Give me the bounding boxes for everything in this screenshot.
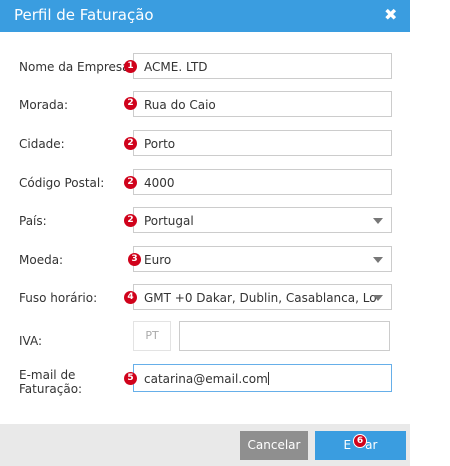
currency-select[interactable]: Euro bbox=[133, 246, 392, 272]
billing-email-label-line1: E-mail de bbox=[19, 368, 76, 382]
timezone-label: Fuso horário: bbox=[19, 291, 98, 305]
vat-country-prefix: PT bbox=[133, 321, 171, 351]
city-value: Porto bbox=[144, 137, 176, 151]
chevron-down-icon bbox=[373, 257, 383, 263]
city-label: Cidade: bbox=[19, 137, 65, 151]
step-badge: 1 bbox=[124, 60, 137, 73]
timezone-value: GMT +0 Dakar, Dublin, Casablanca, Lo bbox=[144, 291, 377, 305]
step-badge: 2 bbox=[124, 137, 137, 150]
step-badge: 5 bbox=[124, 372, 137, 385]
step-badge: 4 bbox=[124, 291, 137, 304]
country-label: País: bbox=[19, 214, 47, 228]
billing-email-label-line2: Faturação: bbox=[19, 382, 83, 396]
postal-code-value: 4000 bbox=[144, 176, 175, 190]
billing-email-label: E-mail de Faturação: bbox=[19, 368, 82, 396]
step-badge: 6 bbox=[353, 434, 367, 448]
step-badge: 2 bbox=[124, 176, 137, 189]
step-badge: 2 bbox=[124, 97, 137, 110]
city-input[interactable]: Porto bbox=[133, 130, 392, 156]
country-select[interactable]: Portugal bbox=[133, 207, 392, 233]
billing-email-input[interactable]: catarina@email.com bbox=[133, 364, 392, 392]
step-badge: 3 bbox=[128, 253, 141, 266]
postal-code-input[interactable]: 4000 bbox=[133, 169, 392, 195]
address-value: Rua do Caio bbox=[144, 98, 216, 112]
currency-label: Moeda: bbox=[19, 253, 64, 267]
vat-input[interactable] bbox=[179, 321, 390, 351]
cancel-button[interactable]: Cancelar bbox=[240, 431, 308, 460]
dialog-title: Perfil de Faturação bbox=[14, 6, 154, 24]
dialog-header: Perfil de Faturação ✖ bbox=[0, 0, 410, 32]
billing-email-value: catarina@email.com bbox=[144, 372, 268, 386]
chevron-down-icon bbox=[373, 218, 383, 224]
address-input[interactable]: Rua do Caio bbox=[133, 91, 392, 117]
country-value: Portugal bbox=[144, 214, 194, 228]
currency-value: Euro bbox=[144, 253, 172, 267]
timezone-select[interactable]: GMT +0 Dakar, Dublin, Casablanca, Lo bbox=[133, 284, 392, 310]
step-badge: 2 bbox=[124, 214, 137, 227]
address-label: Morada: bbox=[19, 98, 68, 112]
vat-label: IVA: bbox=[19, 334, 43, 348]
save-label-start: E bbox=[343, 438, 352, 452]
company-name-label: Nome da Empresa: bbox=[19, 60, 134, 74]
postal-code-label: Código Postal: bbox=[19, 176, 105, 190]
company-name-input[interactable]: ACME. LTD bbox=[133, 53, 392, 79]
text-cursor bbox=[267, 372, 269, 385]
chevron-down-icon bbox=[373, 295, 383, 301]
close-icon[interactable]: ✖ bbox=[384, 5, 397, 24]
company-name-value: ACME. LTD bbox=[144, 60, 208, 74]
